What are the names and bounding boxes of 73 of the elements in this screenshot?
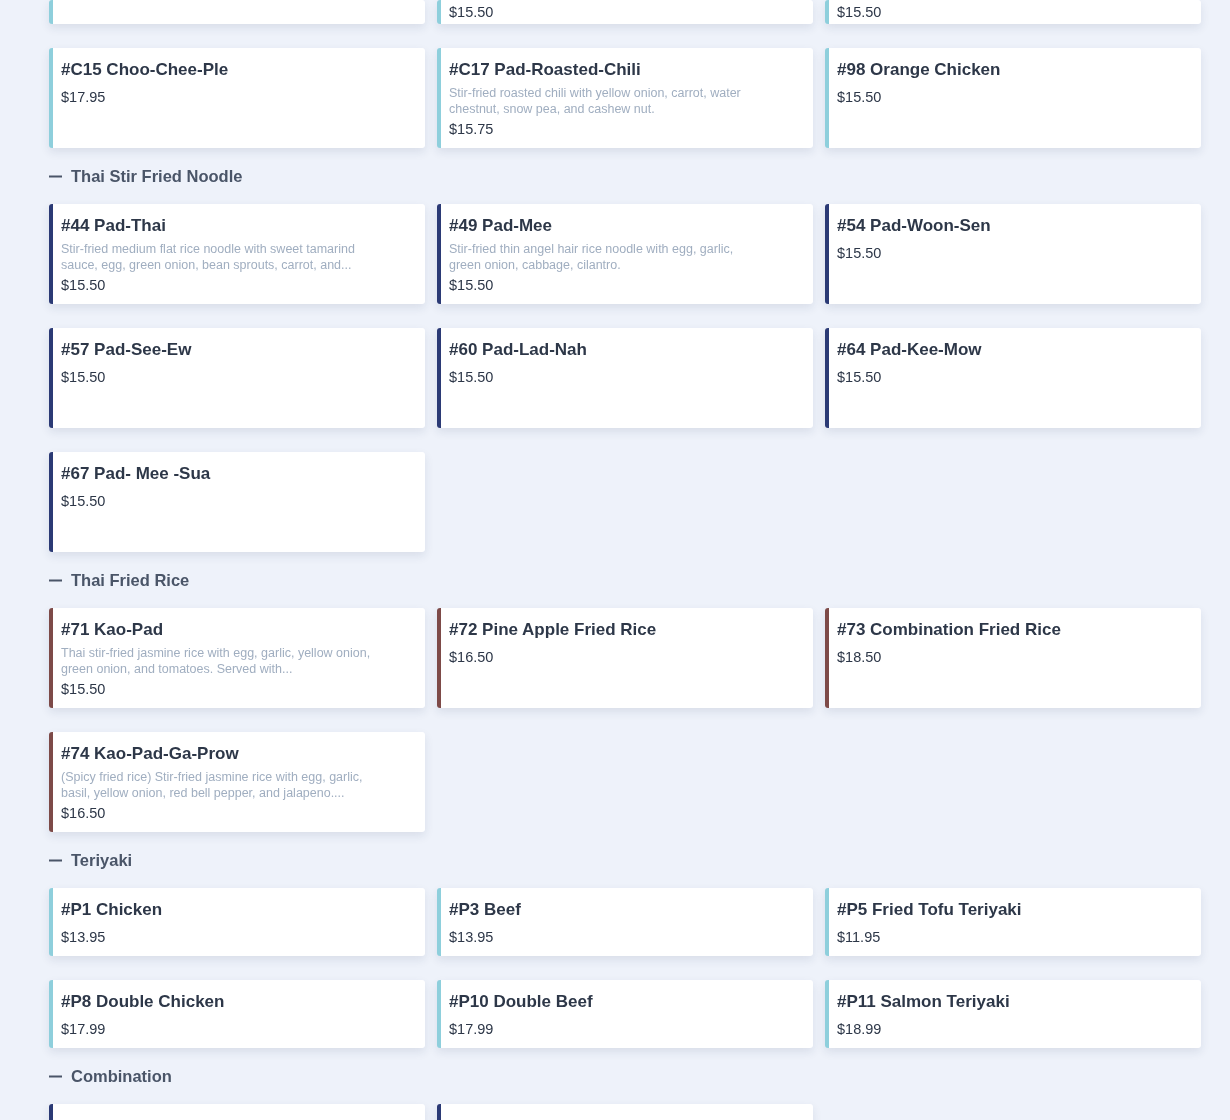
dish-description: Stir-fried medium flat rice noodle with sweet tamarind sauce, egg, green onion, bean sprouts, carrot, and... bbox=[61, 241, 356, 273]
menu-card[interactable]: #67 Pad- Mee -Sua $15.50 bbox=[49, 452, 425, 552]
price: $18.50 bbox=[837, 648, 883, 667]
category-title[interactable]: Teriyaki bbox=[71, 850, 133, 870]
menu-card[interactable]: #73 Combination Fried Rice $18.50 bbox=[825, 608, 1201, 708]
dish-name: #60 Pad-Lad-Nah bbox=[449, 339, 588, 361]
menu-card[interactable]: #C15 Choo-Chee-Ple $17.95 bbox=[49, 48, 425, 148]
dish-name: #71 Kao-Pad bbox=[61, 619, 165, 641]
dish-name: #C17 Pad-Roasted-Chili bbox=[449, 59, 642, 81]
dish-name: #44 Pad-Thai bbox=[61, 215, 167, 237]
price: $15.50 bbox=[61, 680, 107, 699]
price: $15.50 bbox=[61, 276, 107, 295]
dish-name: #P10 Double Beef bbox=[449, 991, 594, 1013]
price: $13.95 bbox=[61, 928, 107, 947]
menu-card[interactable]: #64 Pad-Kee-Mow $15.50 bbox=[825, 328, 1201, 428]
price: $11.95 bbox=[837, 928, 882, 947]
menu-card[interactable]: #P8 Double Chicken $17.99 bbox=[49, 980, 425, 1048]
price: $17.95 bbox=[61, 88, 107, 107]
price: $15.50 bbox=[449, 368, 495, 387]
price: $15.50 bbox=[449, 276, 495, 295]
price: $15.50 bbox=[837, 88, 883, 107]
dish-name: #57 Pad-See-Ew bbox=[61, 339, 193, 361]
dish-name: #72 Pine Apple Fried Rice bbox=[449, 619, 658, 641]
dish-name: #P3 Beef bbox=[449, 899, 522, 921]
menu-card[interactable]: #P10 Double Beef $17.99 bbox=[437, 980, 813, 1048]
menu-card[interactable]: #71 Kao-Pad Thai stir-fried jasmine rice with egg, garlic, yellow onion, green onion, and tomatoes. Served with... $15.50 bbox=[49, 608, 425, 708]
menu-card[interactable]: #98 Orange Chicken $15.50 bbox=[825, 48, 1201, 148]
category-title[interactable]: Thai Stir Fried Noodle bbox=[71, 166, 243, 186]
dish-name: #67 Pad- Mee -Sua bbox=[61, 463, 212, 485]
menu-card[interactable]: $15.50 bbox=[825, 0, 1201, 24]
dish-name: #64 Pad-Kee-Mow bbox=[837, 339, 983, 361]
dish-name: #C15 Choo-Chee-Ple bbox=[61, 59, 230, 81]
price: $16.50 bbox=[449, 648, 495, 667]
dish-name: #49 Pad-Mee bbox=[449, 215, 553, 237]
menu-card[interactable]: #44 Pad-Thai Stir-fried medium flat rice noodle with sweet tamarind sauce, egg, green onion, bean sprouts, carrot, and... $15.50 bbox=[49, 204, 425, 304]
menu-card[interactable]: #P1 Chicken $13.95 bbox=[49, 888, 425, 956]
dish-description: Stir-fried roasted chili with yellow onion, carrot, water chestnut, snow pea, and cashew nut. bbox=[449, 85, 742, 117]
menu-card[interactable]: #54 Pad-Woon-Sen $15.50 bbox=[825, 204, 1201, 304]
price: $15.50 bbox=[837, 244, 883, 263]
price: $17.99 bbox=[449, 1020, 495, 1039]
dish-name: #P1 Chicken bbox=[61, 899, 164, 921]
menu-card[interactable]: #P11 Salmon Teriyaki $18.99 bbox=[825, 980, 1201, 1048]
menu-card[interactable]: #57 Pad-See-Ew $15.50 bbox=[49, 328, 425, 428]
price: $15.50 bbox=[61, 492, 107, 511]
price: $15.50 bbox=[837, 4, 883, 20]
menu-card[interactable]: #72 Pine Apple Fried Rice $16.50 bbox=[437, 608, 813, 708]
menu-card[interactable]: #74 Kao-Pad-Ga-Prow (Spicy fried rice) Stir-fried jasmine rice with egg, garlic, basil, yellow onion, red bell pepper, and jalapeno.... $16.50 bbox=[49, 732, 425, 832]
menu-card[interactable]: #P5 Fried Tofu Teriyaki $11.95 bbox=[825, 888, 1201, 956]
dish-name: #73 Combination Fried Rice bbox=[837, 619, 1062, 641]
price: $18.99 bbox=[837, 1020, 883, 1039]
price: $16.50 bbox=[61, 804, 107, 823]
dish-name: #54 Pad-Woon-Sen bbox=[837, 215, 992, 237]
dish-name: #98 Orange Chicken bbox=[837, 59, 1002, 81]
price: $15.50 bbox=[61, 368, 107, 387]
category-title[interactable]: Combination bbox=[71, 1066, 172, 1086]
menu-card[interactable]: #49 Pad-Mee Stir-fried thin angel hair rice noodle with egg, garlic, green onion, cabbage, cilantro. $15.50 bbox=[437, 204, 813, 304]
menu-card[interactable]: #P3 Beef $13.95 bbox=[437, 888, 813, 956]
category-title[interactable]: Thai Fried Rice bbox=[71, 570, 190, 590]
dish-name: #P8 Double Chicken bbox=[61, 991, 226, 1013]
menu-card[interactable]: $15.50 bbox=[437, 0, 813, 24]
price: $15.75 bbox=[449, 120, 495, 139]
dish-name: #74 Kao-Pad-Ga-Prow bbox=[61, 743, 240, 765]
price: $15.50 bbox=[449, 4, 495, 20]
dish-description: (Spicy fried rice) Stir-fried jasmine rice with egg, garlic, basil, yellow onion, red bell pepper, and jalapeno.... bbox=[61, 769, 364, 801]
menu-card[interactable]: #60 Pad-Lad-Nah $15.50 bbox=[437, 328, 813, 428]
dish-description: Thai stir-fried jasmine rice with egg, garlic, yellow onion, green onion, and tomatoes. Served with... bbox=[61, 645, 372, 677]
price: $13.95 bbox=[449, 928, 495, 947]
dish-description: Stir-fried thin angel hair rice noodle with egg, garlic, green onion, cabbage, cilantro. bbox=[449, 241, 735, 273]
dish-name: #P11 Salmon Teriyaki bbox=[837, 991, 1011, 1013]
dish-name: #P5 Fried Tofu Teriyaki bbox=[837, 899, 1023, 921]
price: $15.50 bbox=[837, 368, 883, 387]
price: $17.99 bbox=[61, 1020, 107, 1039]
menu-card[interactable]: #C17 Pad-Roasted-Chili Stir-fried roasted chili with yellow onion, carrot, water chestnut, snow pea, and cashew nut. $15.75 bbox=[437, 48, 813, 148]
